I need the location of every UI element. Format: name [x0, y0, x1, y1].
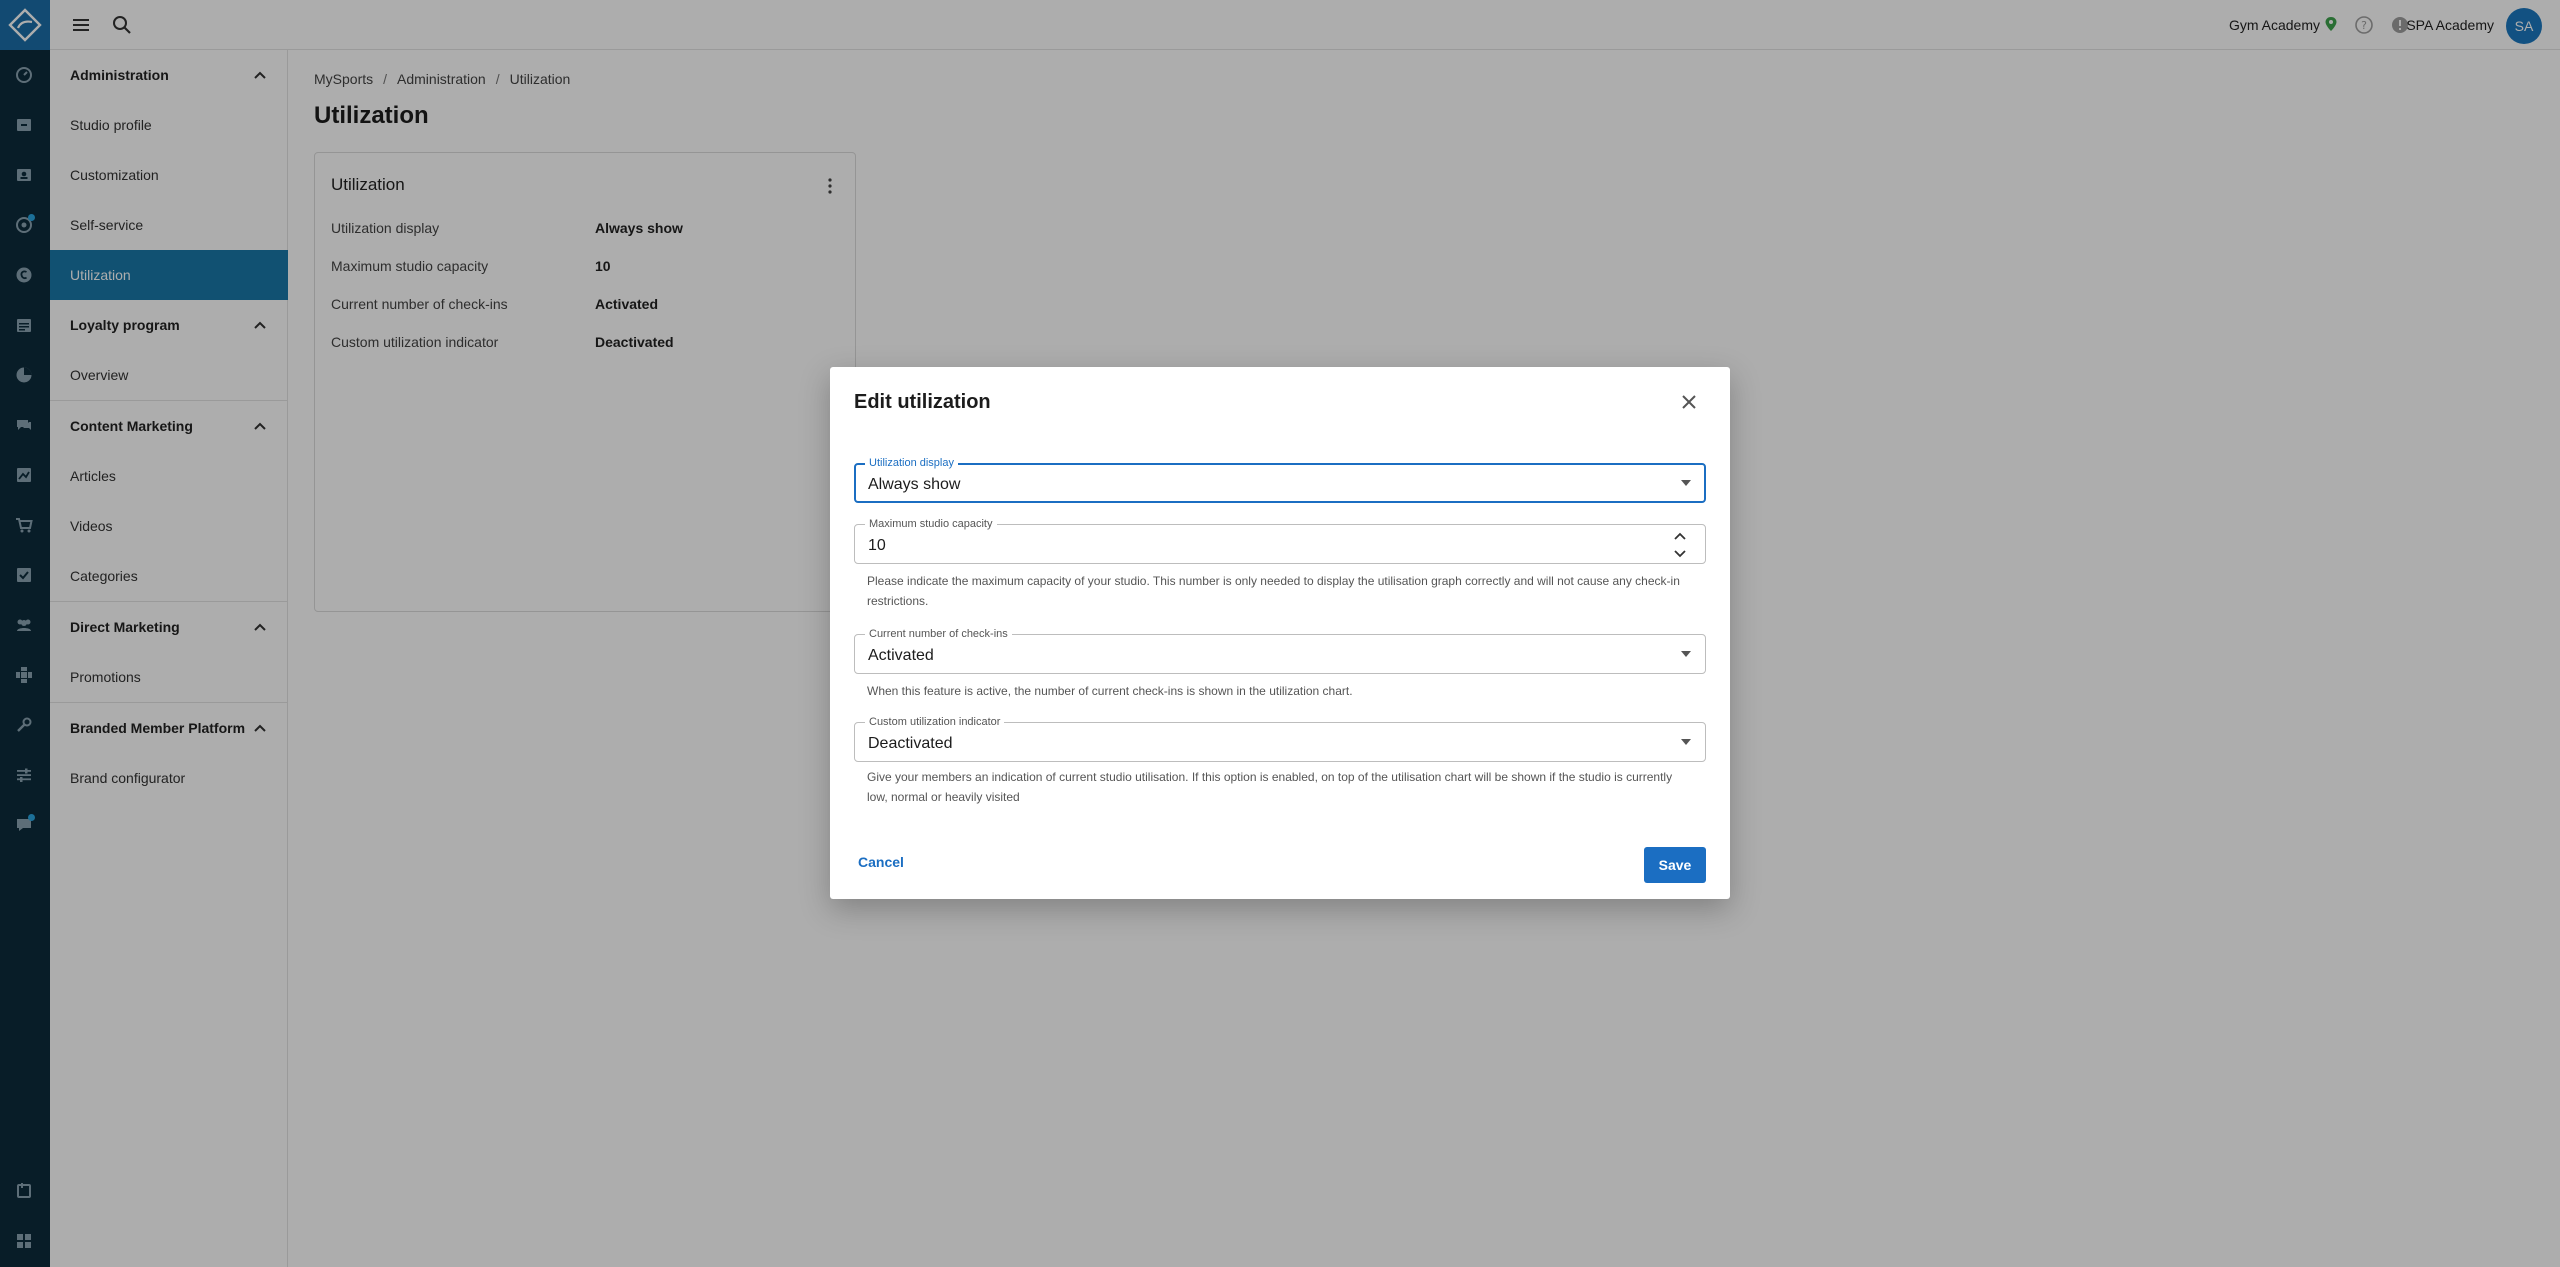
- field-value: Deactivated: [868, 735, 953, 752]
- field-label: Custom utilization indicator: [865, 715, 1005, 729]
- field-label: Utilization display: [865, 456, 958, 470]
- dialog-title: Edit utilization: [854, 391, 991, 413]
- field-label: Current number of check-ins: [865, 627, 1012, 641]
- helper-line: low, normal or heavily visited: [867, 790, 1020, 804]
- max-capacity-stepper[interactable]: Maximum studio capacity 10: [854, 517, 1706, 564]
- indicator-helper-text: Give your members an indication of curre…: [867, 767, 1697, 807]
- helper-line: Give your members an indication of curre…: [867, 770, 1673, 784]
- stepper-arrows-icon[interactable]: [1673, 530, 1687, 560]
- field-value: 10: [868, 537, 886, 554]
- checkins-helper-text: When this feature is active, the number …: [867, 681, 1697, 701]
- indicator-select[interactable]: Custom utilization indicator Deactivated: [854, 715, 1706, 762]
- field-value: Activated: [868, 647, 934, 664]
- caret-down-icon: [1681, 480, 1691, 486]
- cancel-button[interactable]: Cancel: [852, 847, 910, 877]
- caret-down-icon: [1681, 739, 1691, 745]
- helper-line: When this feature is active, the number …: [867, 684, 1353, 698]
- field-label: Maximum studio capacity: [865, 517, 997, 531]
- utilization-display-select[interactable]: Utilization display Always show: [854, 456, 1706, 503]
- caret-down-icon: [1681, 651, 1691, 657]
- field-value: Always show: [868, 476, 961, 493]
- capacity-helper-text: Please indicate the maximum capacity of …: [867, 571, 1697, 611]
- close-icon[interactable]: [1680, 393, 1698, 411]
- save-button[interactable]: Save: [1644, 847, 1706, 883]
- checkins-select[interactable]: Current number of check-ins Activated: [854, 627, 1706, 674]
- helper-line: restrictions.: [867, 594, 929, 608]
- helper-line: Please indicate the maximum capacity of …: [867, 574, 1680, 588]
- edit-utilization-dialog: Edit utilization Utilization display Alw…: [830, 367, 1730, 899]
